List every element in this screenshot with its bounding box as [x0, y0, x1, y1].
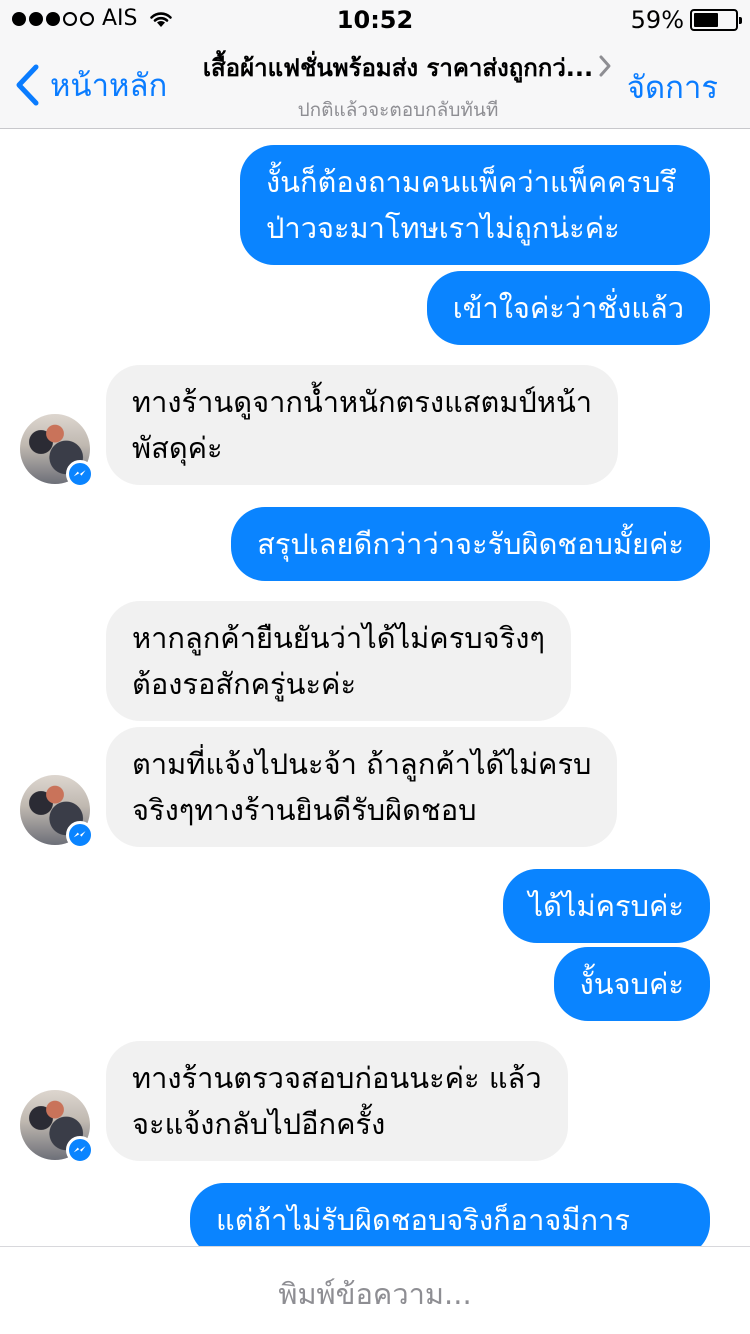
message-line: ได้ไม่ครบค่ะ [528, 889, 684, 923]
message-line: ทางร้านตรวจสอบก่อนนะค่ะ แล้ว [132, 1061, 542, 1095]
avatar[interactable] [20, 775, 94, 849]
message-line: เข้าใจค่ะว่าชั่งแล้ว [452, 291, 684, 325]
manage-button[interactable]: จัดการ [627, 62, 718, 112]
battery-percent: 59% [630, 6, 684, 34]
outgoing-message[interactable]: งั้นก็ต้องถามคนแพ็คว่าแพ็คครบรึ ป่าวจะมา… [240, 145, 710, 265]
message-line: หากลูกค้ายืนยันว่าได้ไม่ครบจริงๆ [132, 621, 545, 655]
message-line: จะแจ้งกลับไปอีกครั้ง [132, 1107, 386, 1141]
outgoing-message[interactable]: สรุปเลยดีกว่าว่าจะรับผิดชอบมั้ยค่ะ [231, 507, 710, 581]
incoming-message[interactable]: ทางร้านดูจากน้ำหนักตรงแสตมป์หน้า พัสดุค่… [106, 365, 619, 485]
composer-bar: พิมพ์ข้อความ... [0, 1246, 750, 1334]
back-label: หน้าหลัก [50, 68, 168, 104]
message-line: งั้นก็ต้องถามคนแพ็คว่าแพ็คครบรึ [266, 165, 677, 199]
message-line: งั้นจบค่ะ [579, 967, 684, 1001]
message-list[interactable]: งั้นก็ต้องถามคนแพ็คว่าแพ็คครบรึ ป่าวจะมา… [0, 129, 750, 1246]
message-line: ป่าวจะมาโทษเราไม่ถูกน่ะค่ะ [266, 211, 620, 245]
status-bar: AIS 10:52 59% [0, 0, 750, 40]
outgoing-message[interactable]: แต่ถ้าไม่รับผิดชอบจริงก็อาจมีการ [190, 1183, 710, 1246]
response-status: ปกติแล้วจะตอบกลับทันที [297, 99, 499, 121]
message-line: สรุปเลยดีกว่าว่าจะรับผิดชอบมั้ยค่ะ [257, 527, 684, 561]
message-line: จริงๆทางร้านยินดีรับผิดชอบ [132, 793, 477, 827]
avatar[interactable] [20, 1090, 94, 1164]
messenger-badge-icon [66, 460, 94, 488]
battery-level [694, 13, 718, 27]
conversation-title: เสื้อผ้าแฟชั่นพร้อมส่ง ราคาส่งถูกกว่... [202, 54, 594, 82]
back-button[interactable]: หน้าหลัก [14, 60, 167, 110]
outgoing-message[interactable]: ได้ไม่ครบค่ะ [502, 869, 710, 943]
chevron-right-icon[interactable] [598, 54, 612, 78]
battery-icon [690, 9, 742, 31]
incoming-message[interactable]: ตามที่แจ้งไปนะจ้า ถ้าลูกค้าได้ไม่ครบ จริ… [106, 727, 618, 847]
outgoing-message[interactable]: เข้าใจค่ะว่าชั่งแล้ว [426, 271, 710, 345]
incoming-message[interactable]: หากลูกค้ายืนยันว่าได้ไม่ครบจริงๆ ต้องรอส… [106, 601, 571, 721]
conversation-title-area[interactable]: เสื้อผ้าแฟชั่นพร้อมส่ง ราคาส่งถูกกว่... … [184, 48, 612, 125]
message-line: ตามที่แจ้งไปนะจ้า ถ้าลูกค้าได้ไม่ครบ [132, 747, 592, 781]
chevron-left-icon [16, 64, 39, 106]
incoming-message[interactable]: ทางร้านตรวจสอบก่อนนะค่ะ แล้ว จะแจ้งกลับไ… [106, 1041, 568, 1161]
message-input[interactable]: พิมพ์ข้อความ... [0, 1271, 750, 1317]
avatar[interactable] [20, 414, 94, 488]
message-line: ทางร้านดูจากน้ำหนักตรงแสตมป์หน้า [132, 385, 593, 419]
message-line: แต่ถ้าไม่รับผิดชอบจริงก็อาจมีการ [216, 1203, 630, 1237]
message-line: ต้องรอสักครู่นะค่ะ [132, 667, 357, 701]
message-line: พัสดุค่ะ [132, 431, 223, 465]
messenger-badge-icon [66, 1136, 94, 1164]
status-right: 59% [630, 6, 742, 34]
messenger-badge-icon [66, 821, 94, 849]
conversation-header: หน้าหลัก เสื้อผ้าแฟชั่นพร้อมส่ง ราคาส่งถ… [0, 40, 750, 129]
screen: AIS 10:52 59% หน้าหลัก เสื้อผ้าแฟชั่นพร้… [0, 0, 750, 1334]
outgoing-message[interactable]: งั้นจบค่ะ [553, 947, 710, 1021]
